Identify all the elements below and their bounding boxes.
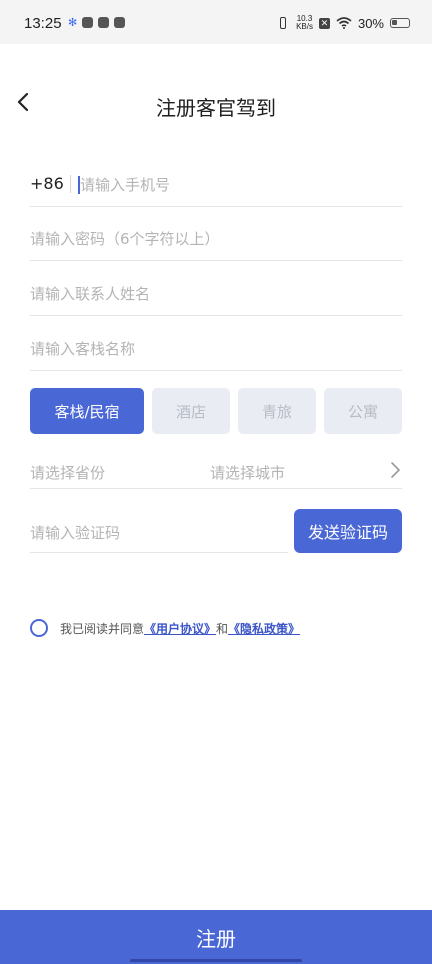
type-hotel-button[interactable]: 酒店: [152, 388, 230, 434]
region-selector[interactable]: 请选择省份 请选择城市: [30, 450, 402, 489]
page-title: 注册客官驾到: [156, 96, 276, 120]
battery-fill: [392, 20, 397, 25]
agreement-checkbox[interactable]: [30, 619, 48, 637]
battery-icon: [390, 18, 410, 28]
tiktok-icon: [98, 17, 110, 28]
agreement-row: 我已阅读并同意 《用户协议》 和 《隐私政策》: [30, 617, 300, 639]
field-divider: [70, 175, 71, 193]
agreement-prefix: 我已阅读并同意: [60, 621, 145, 636]
no-sim-icon: ✕: [318, 17, 330, 29]
privacy-policy-link[interactable]: 《隐私政策》: [228, 620, 300, 637]
chevron-right-icon[interactable]: [388, 460, 402, 480]
send-code-button[interactable]: 发送验证码: [294, 509, 402, 553]
header: 注册客官驾到: [0, 80, 432, 130]
password-field[interactable]: 请输入密码（6个字符以上）: [30, 220, 402, 261]
contact-name-placeholder: 请输入联系人姓名: [30, 285, 151, 303]
password-placeholder: 请输入密码（6个字符以上）: [30, 230, 220, 248]
battery-percent: 30%: [357, 15, 384, 31]
agreement-and: 和: [216, 621, 229, 636]
contact-name-field[interactable]: 请输入联系人姓名: [30, 275, 402, 316]
verification-code-field[interactable]: 请输入验证码: [30, 512, 288, 553]
wifi-icon: [336, 17, 352, 29]
app-notification-icon: [82, 17, 94, 28]
snowflake-icon: ✻: [68, 16, 78, 29]
home-indicator[interactable]: [130, 959, 302, 962]
country-code[interactable]: +86: [30, 174, 64, 193]
property-type-selector: 客栈/民宿 酒店 青旅 公寓: [30, 388, 402, 434]
status-time: 13:25: [24, 15, 62, 32]
network-speed: 10.3 KB/s: [296, 15, 313, 31]
inn-name-placeholder: 请输入客栈名称: [30, 340, 136, 358]
city-select[interactable]: 请选择城市: [210, 462, 285, 483]
notification-icons: ✻: [68, 16, 126, 29]
register-button[interactable]: 注册: [0, 910, 432, 964]
inn-name-field[interactable]: 请输入客栈名称: [30, 330, 402, 371]
province-select[interactable]: 请选择省份: [30, 462, 105, 483]
user-agreement-link[interactable]: 《用户协议》: [144, 620, 216, 637]
type-apartment-button[interactable]: 公寓: [324, 388, 402, 434]
status-right: 10.3 KB/s ✕ 30%: [276, 15, 410, 31]
phone-placeholder: 请输入手机号: [80, 176, 171, 194]
network-speed-unit: KB/s: [296, 22, 313, 31]
vibrate-icon: [276, 17, 290, 29]
type-inn-button[interactable]: 客栈/民宿: [30, 388, 144, 434]
app-notification-icon: [114, 17, 126, 28]
status-bar: 13:25 ✻ 10.3 KB/s ✕ 30%: [0, 0, 432, 44]
verification-code-placeholder: 请输入验证码: [30, 524, 121, 542]
type-hostel-button[interactable]: 青旅: [238, 388, 316, 434]
phone-field[interactable]: +86 请输入手机号: [30, 166, 402, 207]
